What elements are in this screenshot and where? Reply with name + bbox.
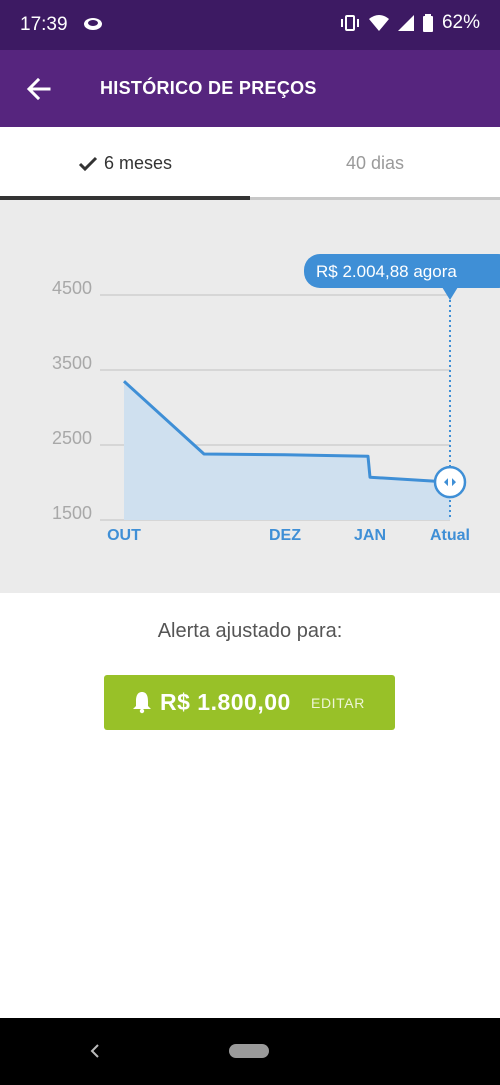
- x-tick-label: JAN: [354, 527, 386, 544]
- x-tick-label: OUT: [107, 527, 141, 544]
- nav-home-pill-icon[interactable]: [229, 1044, 269, 1058]
- arrow-left-icon[interactable]: [22, 72, 56, 106]
- edit-alert-link[interactable]: EDITAR: [311, 695, 365, 711]
- y-tick-label: 3500: [52, 353, 92, 373]
- nav-back-icon[interactable]: [88, 1042, 102, 1060]
- app-bar: HISTÓRICO DE PREÇOS: [0, 50, 500, 127]
- y-tick-label: 1500: [52, 503, 92, 523]
- check-icon: [78, 156, 98, 171]
- battery-percent: 62%: [441, 12, 480, 33]
- tab-40-dias[interactable]: 40 dias: [250, 127, 500, 200]
- period-tabs: 6 meses 40 dias: [0, 127, 500, 200]
- status-bar: 17:39 62%: [0, 0, 500, 50]
- bell-icon: [133, 692, 151, 714]
- status-icons: 62%: [340, 12, 480, 34]
- system-nav-bar: [0, 1018, 500, 1085]
- tooltip-label: R$ 2.004,88 agora: [316, 262, 457, 281]
- price-alert-button[interactable]: R$ 1.800,00 EDITAR: [104, 675, 395, 730]
- drag-handle: [433, 465, 467, 499]
- tab-40-dias-label: 40 dias: [345, 153, 405, 173]
- price-chart-svg: 1500 2500 3500 4500 OUT DEZ JAN Atual R$ 2.004,8…: [52, 254, 500, 544]
- tab-6-meses-label: 6 meses: [103, 153, 173, 173]
- page-title: HISTÓRICO DE PREÇOS: [100, 78, 317, 98]
- cloud-icon: [84, 18, 102, 30]
- battery-icon: [422, 14, 433, 32]
- price-history-chart: 1500 2500 3500 4500 OUT DEZ JAN Atual R$ 2.004,8…: [0, 200, 500, 593]
- alert-label: Alerta ajustado para:: [157, 620, 343, 642]
- signal-icon: [397, 15, 414, 31]
- status-time: 17:39: [20, 14, 68, 35]
- y-tick-label: 2500: [52, 428, 92, 448]
- wifi-icon: [368, 15, 389, 31]
- alert-price: R$ 1.800,00: [160, 689, 291, 715]
- x-tick-label: Atual: [430, 527, 470, 544]
- tab-6-meses[interactable]: 6 meses: [0, 127, 250, 200]
- chart-area-fill: [124, 381, 450, 520]
- x-tick-label: DEZ: [269, 527, 301, 544]
- y-tick-label: 4500: [52, 278, 92, 298]
- vibrate-icon: [340, 15, 359, 31]
